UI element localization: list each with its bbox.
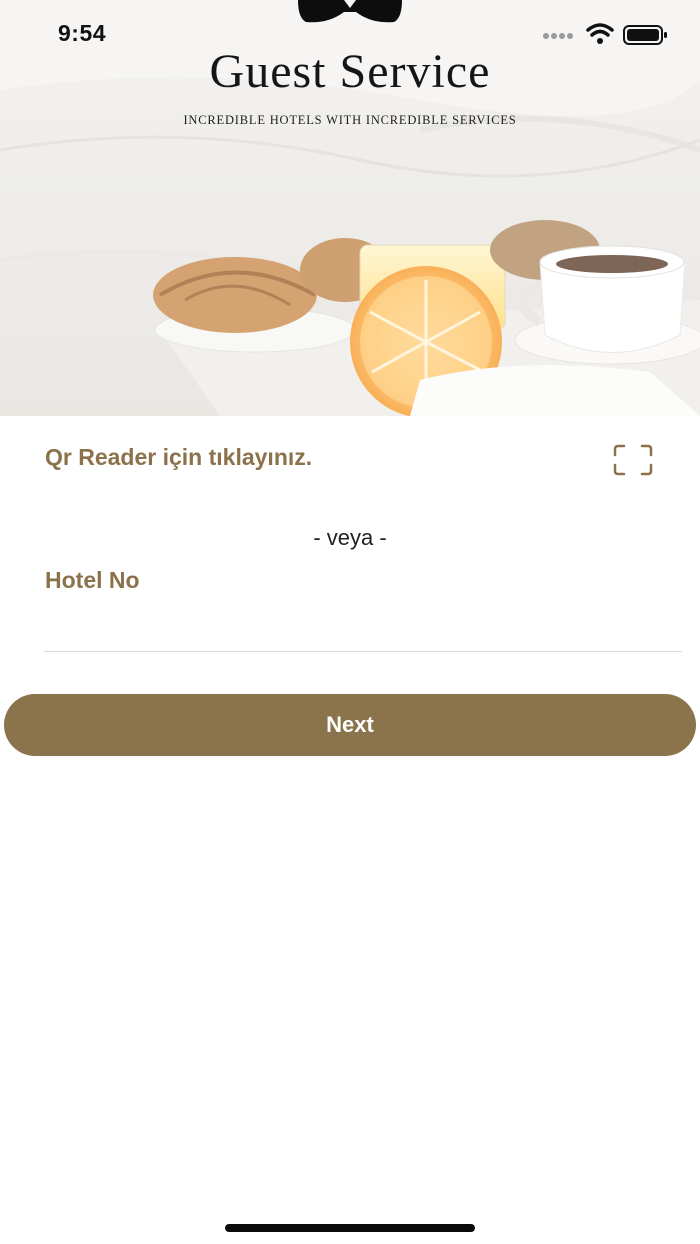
qr-reader-row[interactable]: Qr Reader için tıklayınız. [0, 430, 700, 490]
hotel-no-label: Hotel No [45, 567, 140, 593]
app-tagline: INCREDIBLE HOTELS WITH INCREDIBLE SERVIC… [183, 113, 517, 127]
app-title: Guest Service [209, 45, 491, 98]
qr-scan-icon[interactable] [613, 444, 653, 476]
or-separator: - veya - [313, 525, 387, 550]
wifi-icon [586, 23, 614, 44]
signal-dots-icon [543, 33, 573, 39]
battery-icon [623, 25, 667, 45]
hero-image: 9:54 Guest Service INCREDIBLE HOTELS WIT… [0, 0, 700, 416]
hotel-no-input[interactable] [44, 600, 682, 652]
next-button[interactable]: Next [4, 694, 696, 756]
status-time: 9:54 [58, 20, 107, 46]
qr-reader-label[interactable]: Qr Reader için tıklayınız. [45, 444, 312, 471]
home-indicator [225, 1224, 475, 1232]
